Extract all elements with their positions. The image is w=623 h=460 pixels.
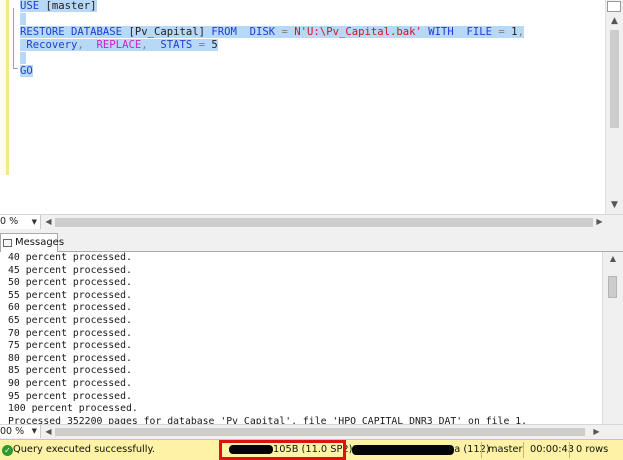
sql-code[interactable]: USE [master] RESTORE DATABASE [Pv_Capita… [20,0,524,78]
highlight-box [219,440,346,460]
code-token: N'U:\Pv_Capital.bak' [287,26,422,38]
code-line[interactable] [20,13,524,26]
scroll-up-icon[interactable]: ▲ [606,14,623,29]
message-line: 55 percent processed. [8,289,132,301]
scroll-down-icon[interactable]: ▼ [606,198,623,213]
outline-fold-line [13,8,14,68]
selected-text: GO [20,65,33,77]
code-line[interactable]: Recovery, REPLACE, STATS = 5 [20,39,524,52]
code-token: , [517,26,524,38]
editor-scroll-thumb[interactable] [610,30,619,128]
tab-messages-label: Messages [15,237,65,248]
code-token: [master] [39,0,97,12]
messages-icon [3,239,12,247]
scroll-right-icon[interactable]: ▶ [593,215,606,229]
message-line: 100 percent processed. [8,403,138,415]
chevron-down-icon[interactable]: ▼ [32,215,37,229]
editor-horizontal-scroll-thumb[interactable] [55,218,593,227]
chevron-down-icon[interactable]: ▼ [32,425,37,438]
user-session: na (112) [448,444,490,455]
scroll-right-icon[interactable]: ▶ [590,425,603,438]
code-line[interactable]: GO [20,65,524,78]
code-token: DISK [236,26,282,38]
messages-pane[interactable]: 40 percent processed. 45 percent processe… [0,252,602,424]
code-token: 1 [504,26,518,38]
code-token: FROM [211,26,237,38]
code-line[interactable]: USE [master] [20,0,524,13]
editor-zoom-select[interactable]: 0 % ▼ [0,215,41,229]
status-divider [569,442,570,458]
status-message: Query executed successfully. [13,444,156,455]
code-token: RESTORE DATABASE [20,26,123,38]
code-token: REPLACE [83,39,142,51]
editor-bottom-bar: 0 % ▼ ◀ ▶ [0,214,623,230]
results-tabstrip: Messages [0,230,623,252]
message-line: 85 percent processed. [8,365,132,377]
selected-text: USE [master] [20,0,97,12]
code-line[interactable] [20,52,524,65]
split-view-icon[interactable] [607,1,621,12]
row-count: 0 rows [576,444,609,455]
current-database: master [488,444,523,455]
selected-text [20,13,27,25]
scroll-up-icon[interactable]: ▲ [603,252,623,266]
message-line: 90 percent processed. [8,377,132,389]
code-token: FILE [453,26,499,38]
selected-text: Recovery, REPLACE, STATS = 5 [20,39,218,51]
elapsed-time: 00:00:43 [530,444,574,455]
change-indicator-bar [6,0,9,175]
results-zoom-value: 00 % [0,426,25,437]
code-token: 5 [205,39,218,51]
success-check-icon: ✓ [2,445,13,456]
results-zoom-select[interactable]: 00 % ▼ [0,425,41,438]
code-token: GO [20,65,33,77]
code-token: [Pv_Capital] [122,26,212,38]
code-token: USE [20,0,40,12]
scroll-left-icon[interactable]: ◀ [42,425,55,438]
editor-zoom-value: 0 % [0,216,19,227]
message-line: Processed 352200 pages for database 'Pv_… [8,415,528,424]
code-token: WITH [421,26,454,38]
editor-vertical-scrollbar[interactable]: ▲ ▼ [605,0,622,214]
code-token: Recovery [20,39,78,51]
selected-text: RESTORE DATABASE [Pv_Capital] FROM DISK … [20,26,524,38]
message-line: 70 percent processed. [8,327,132,339]
message-line: 60 percent processed. [8,302,132,314]
status-divider [523,442,524,458]
status-divider [481,442,482,458]
messages-horizontal-scroll-thumb[interactable] [55,428,585,436]
message-lines: 40 percent processed. 45 percent processe… [8,252,527,424]
message-line: 75 percent processed. [8,340,132,352]
query-editor[interactable]: USE [master] RESTORE DATABASE [Pv_Capita… [0,0,605,214]
messages-bottom-bar: 00 % ▼ ◀ ▶ [0,424,623,439]
status-bar: ✓ Query executed successfully. 105B (11.… [0,439,623,460]
message-line: 40 percent processed. [8,252,132,263]
messages-scroll-thumb[interactable] [608,276,617,298]
tab-messages[interactable]: Messages [0,233,64,252]
redacted-user-name [352,445,454,455]
message-line: 45 percent processed. [8,264,132,276]
code-line[interactable]: RESTORE DATABASE [Pv_Capital] FROM DISK … [20,26,524,39]
message-line: 65 percent processed. [8,314,132,326]
code-token: STATS [147,39,199,51]
scroll-left-icon[interactable]: ◀ [42,215,55,229]
message-line: 50 percent processed. [8,277,132,289]
message-line: 80 percent processed. [8,352,132,364]
message-line: 95 percent processed. [8,390,132,402]
selected-text [20,52,27,64]
outline-fold-end [13,68,18,69]
messages-vertical-scrollbar[interactable]: ▲ [602,252,623,424]
